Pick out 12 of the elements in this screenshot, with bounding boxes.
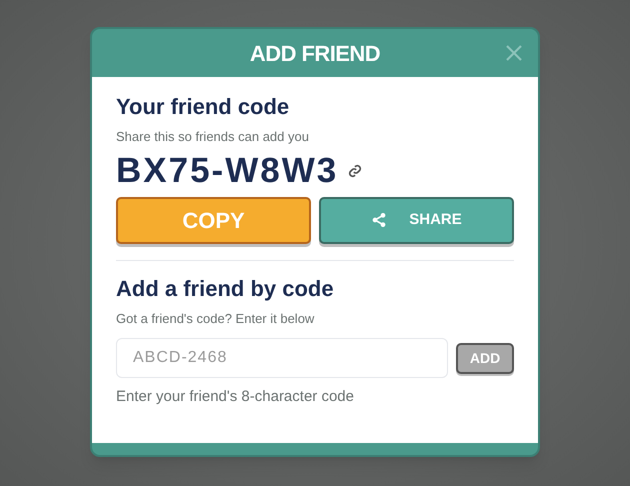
link-icon[interactable] [348,164,362,178]
friend-code: BX75-W8W3 [116,150,338,192]
input-help-text: Enter your friend's 8-character code [116,387,355,407]
section-hint: Share this so friends can add you [116,128,310,146]
dialog-title: ADD FRIEND [250,40,380,68]
share-icon [371,212,388,228]
share-button[interactable]: SHARE [319,196,514,244]
copy-button[interactable]: COPY [116,196,311,244]
section-hint: Got a friend's code? Enter it below [116,310,316,328]
section-heading: Add a friend by code [116,274,335,302]
code-input-field[interactable]: ABCD-2468 [116,338,448,378]
section-heading: Your friend code [116,93,290,121]
